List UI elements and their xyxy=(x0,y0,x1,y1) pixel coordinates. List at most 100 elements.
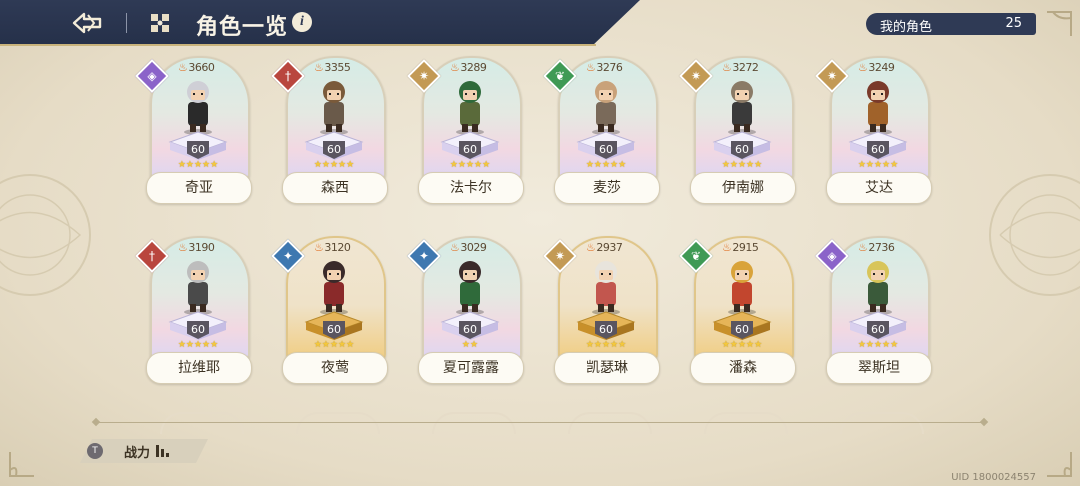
power-value: 2937 xyxy=(596,241,623,254)
character-power: ♨3276 xyxy=(586,61,623,74)
character-sprite xyxy=(320,261,348,315)
fire-icon: ♨ xyxy=(450,241,460,254)
page-title: 角色一览 xyxy=(196,14,289,40)
character-power: ♨3190 xyxy=(178,241,215,254)
fire-icon: ♨ xyxy=(858,241,868,254)
fire-icon: ♨ xyxy=(178,241,188,254)
power-value: 3249 xyxy=(868,61,895,74)
character-power: ♨2915 xyxy=(722,241,759,254)
fire-icon: ♨ xyxy=(314,241,324,254)
character-card[interactable]: ❦ ♨2915 60 ★★★★★ 潘森 xyxy=(679,236,796,386)
star-rating: ★★★★★ xyxy=(857,340,899,350)
power-value: 3029 xyxy=(460,241,487,254)
my-characters-count-box: 我的角色 25 xyxy=(866,13,1036,35)
my-characters-label: 我的角色 xyxy=(880,20,933,35)
card-peek xyxy=(296,412,380,434)
power-value: 3120 xyxy=(324,241,351,254)
user-id: UID 1800024557 xyxy=(951,472,1036,483)
grid-view-icon[interactable] xyxy=(150,13,170,33)
character-sprite xyxy=(456,261,484,315)
info-icon[interactable]: i xyxy=(292,12,312,32)
star-rating: ★★★★★ xyxy=(721,160,763,170)
character-power: ♨3249 xyxy=(858,61,895,74)
star-rating: ★★★★★ xyxy=(313,340,355,350)
power-value: 3289 xyxy=(460,61,487,74)
character-power: ♨3289 xyxy=(450,61,487,74)
star-rating: ★★★★★ xyxy=(585,160,627,170)
character-sprite xyxy=(456,81,484,135)
character-power: ♨3120 xyxy=(314,241,351,254)
my-characters-count: 25 xyxy=(1005,16,1022,31)
character-sprite xyxy=(592,261,620,315)
fire-icon: ♨ xyxy=(858,61,868,74)
character-sprite xyxy=(864,81,892,135)
card-peek xyxy=(840,412,924,434)
character-name: 法卡尔 xyxy=(418,172,524,204)
star-rating: ★★ xyxy=(461,340,479,350)
character-sprite xyxy=(728,261,756,315)
character-name: 艾达 xyxy=(826,172,932,204)
fire-icon: ♨ xyxy=(722,241,732,254)
fire-icon: ♨ xyxy=(314,61,324,74)
character-power: ♨3355 xyxy=(314,61,351,74)
scroll-rail-end xyxy=(979,417,989,427)
corner-ornament-icon xyxy=(1047,11,1072,36)
character-sprite xyxy=(184,261,212,315)
power-value: 3272 xyxy=(732,61,759,74)
fire-icon: ♨ xyxy=(586,61,596,74)
sort-descending-icon xyxy=(156,445,172,457)
fire-icon: ♨ xyxy=(178,61,188,74)
scroll-rail[interactable] xyxy=(96,422,984,423)
character-card[interactable]: ✷ ♨3249 60 ★★★★★ 艾达 xyxy=(815,56,932,206)
sort-label: 战力 xyxy=(124,446,151,461)
character-sprite xyxy=(184,81,212,135)
character-name: 夏可露露 xyxy=(418,352,524,384)
character-sprite xyxy=(864,261,892,315)
character-power: ♨2736 xyxy=(858,241,895,254)
right-decorative-ornament-icon xyxy=(989,174,1080,296)
star-rating: ★★★★★ xyxy=(177,340,219,350)
character-name: 森西 xyxy=(282,172,388,204)
character-sprite xyxy=(592,81,620,135)
sort-hotkey-badge: T xyxy=(87,443,103,459)
character-name: 翠斯坦 xyxy=(826,352,932,384)
character-name: 潘森 xyxy=(690,352,796,384)
character-power: ♨3272 xyxy=(722,61,759,74)
character-card[interactable]: ✷ ♨3272 60 ★★★★★ 伊南娜 xyxy=(679,56,796,206)
card-peek xyxy=(160,412,244,434)
character-card[interactable]: ◈ ♨3660 60 ★★★★★ 奇亚 xyxy=(135,56,252,206)
character-card[interactable]: ✦ ♨3120 60 ★★★★★ 夜莺 xyxy=(271,236,388,386)
character-sprite xyxy=(320,81,348,135)
character-card[interactable]: ❦ ♨3276 60 ★★★★★ 麦莎 xyxy=(543,56,660,206)
scroll-rail-end xyxy=(91,417,101,427)
fire-icon: ♨ xyxy=(450,61,460,74)
character-power: ♨3029 xyxy=(450,241,487,254)
star-rating: ★★★★★ xyxy=(721,340,763,350)
character-power: ♨3660 xyxy=(178,61,215,74)
star-rating: ★★★★★ xyxy=(449,160,491,170)
header-separator xyxy=(126,13,127,33)
character-card[interactable]: ✷ ♨2937 60 ★★★★★ 凯瑟琳 xyxy=(543,236,660,386)
character-card[interactable]: † ♨3190 60 ★★★★★ 拉维耶 xyxy=(135,236,252,386)
character-name: 麦莎 xyxy=(554,172,660,204)
corner-ornament-icon xyxy=(1047,452,1072,477)
character-power: ♨2937 xyxy=(586,241,623,254)
corner-ornament-icon xyxy=(9,452,34,477)
character-name: 拉维耶 xyxy=(146,352,252,384)
character-card[interactable]: ◈ ♨2736 60 ★★★★★ 翠斯坦 xyxy=(815,236,932,386)
fire-icon: ♨ xyxy=(722,61,732,74)
character-card[interactable]: † ♨3355 60 ★★★★★ 森西 xyxy=(271,56,388,206)
character-name: 夜莺 xyxy=(282,352,388,384)
character-card[interactable]: ✦ ♨3029 60 ★★ 夏可露露 xyxy=(407,236,524,386)
fire-icon: ♨ xyxy=(586,241,596,254)
star-rating: ★★★★★ xyxy=(313,160,355,170)
back-button[interactable] xyxy=(70,9,104,37)
top-bar-border xyxy=(0,44,596,46)
character-name: 凯瑟琳 xyxy=(554,352,660,384)
character-name: 奇亚 xyxy=(146,172,252,204)
sort-by-power-button[interactable]: T 战力 xyxy=(80,439,208,463)
power-value: 3355 xyxy=(324,61,351,74)
character-sprite xyxy=(728,81,756,135)
character-card[interactable]: ✷ ♨3289 60 ★★★★★ 法卡尔 xyxy=(407,56,524,206)
power-value: 3660 xyxy=(188,61,215,74)
